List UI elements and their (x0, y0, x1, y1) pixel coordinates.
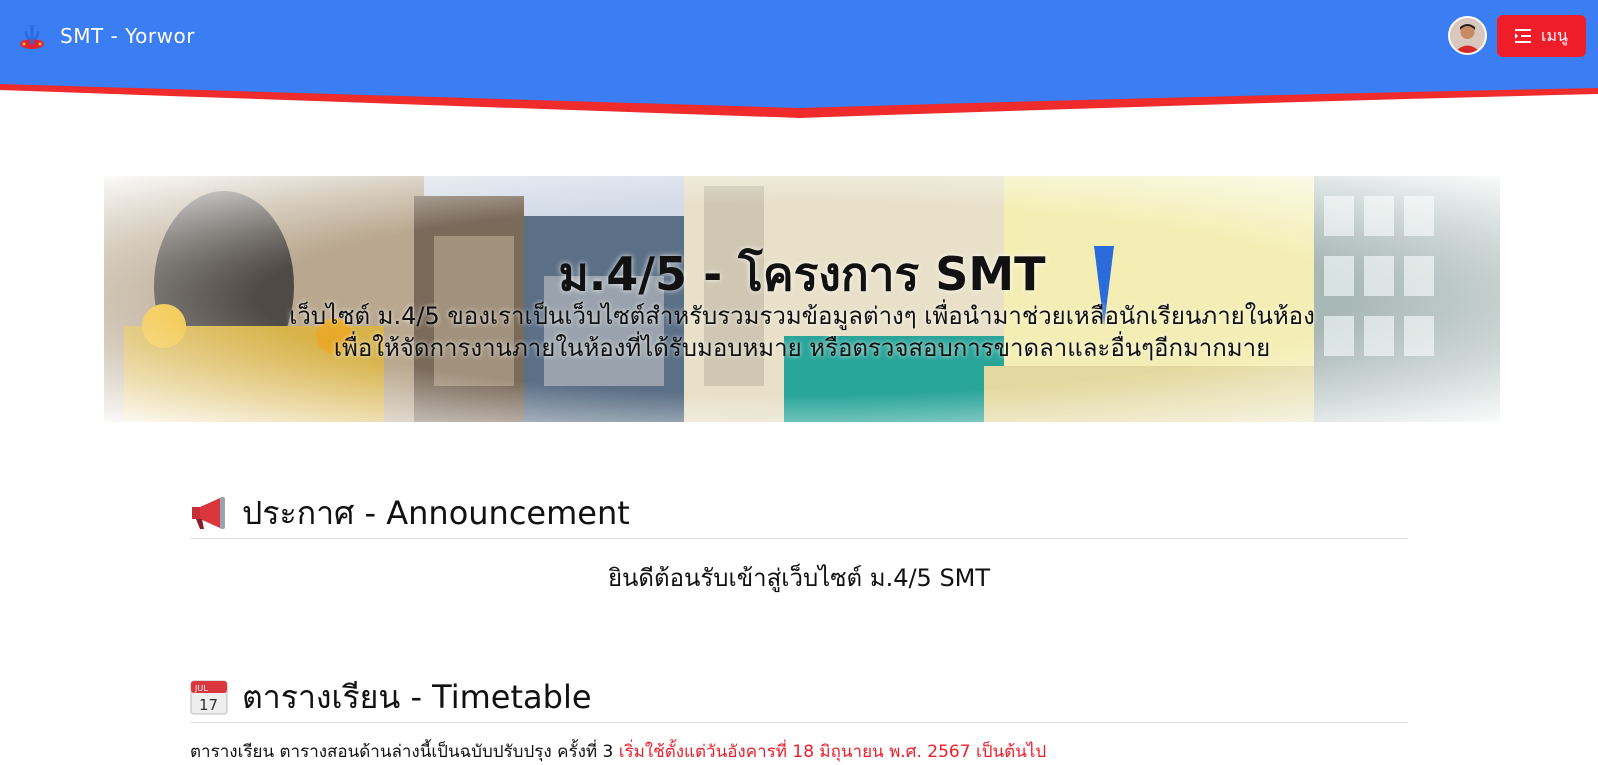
announcement-text: ยินดีต้อนรับเข้าสู่เว็บไซต์ ม.4/5 SMT (607, 564, 991, 592)
timetable-note-highlight: เริ่มใช้ตั้งแต่วันอังคารที่ 18 มิถุนายน … (618, 742, 1047, 762)
megaphone-icon (192, 497, 225, 529)
announcement-title: ประกาศ - Announcement (242, 493, 630, 532)
timetable-note-text: ตารางเรียน ตารางสอนด้านล่างนี้เป็นฉบับปร… (190, 742, 619, 762)
user-avatar[interactable] (1448, 16, 1487, 55)
announcement-heading: ประกาศ - Announcement (190, 488, 1408, 539)
menu-list-icon (1515, 29, 1532, 43)
timetable-title: ตารางเรียน - Timetable (242, 677, 592, 716)
calendar-month: JUL (194, 684, 208, 693)
menu-button[interactable]: เมนู (1497, 15, 1586, 57)
hero-subtitle-line2: เพื่อให้จัดการงานภายในห้องที่ได้รับมอบหม… (333, 334, 1271, 362)
navbar-wave-decoration (0, 60, 1598, 118)
menu-button-label: เมนู (1541, 25, 1568, 45)
avatar-image (1450, 18, 1485, 53)
timetable-note: ตารางเรียน ตารางสอนด้านล่างนี้เป็นฉบับปร… (190, 738, 1408, 765)
trident-logo-icon (20, 24, 44, 49)
brand[interactable]: SMT - Yorwor (18, 16, 195, 56)
brand-name: SMT - Yorwor (60, 24, 195, 48)
calendar-icon: JUL 17 (190, 680, 228, 715)
calendar-day: 17 (199, 696, 218, 714)
hero-banner: ม.4/5 - โครงการ SMT เว็บไซต์ ม.4/5 ของเร… (104, 176, 1500, 422)
timetable-heading: JUL 17 ตารางเรียน - Timetable (190, 672, 1408, 723)
